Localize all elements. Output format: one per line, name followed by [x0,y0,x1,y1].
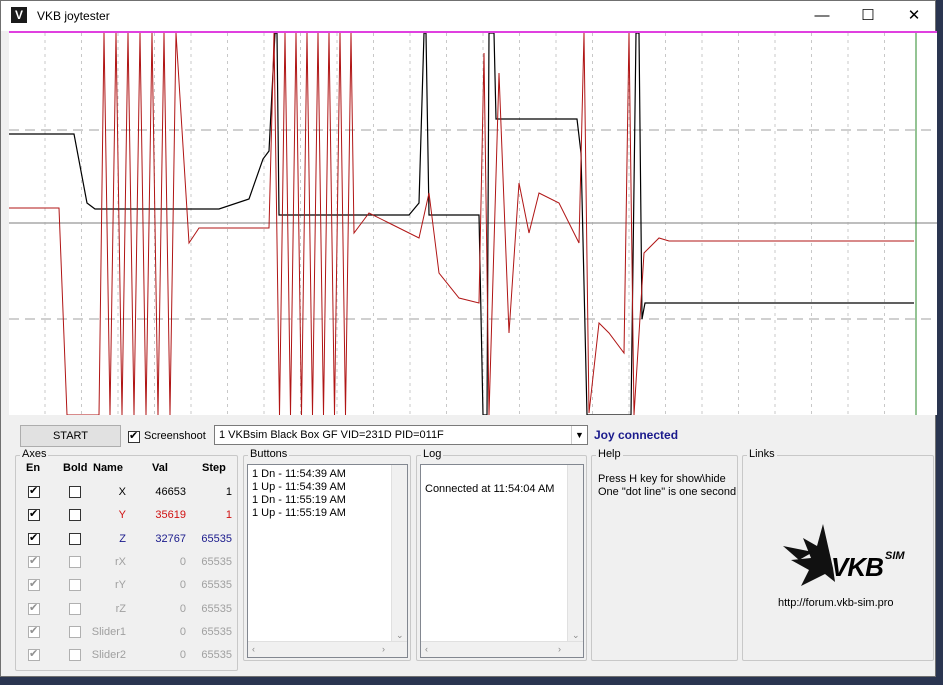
help-group-label: Help [596,448,623,460]
axis-value: 0 [179,625,186,638]
button-event-item: 1 Up - 11:55:19 AM [252,507,346,519]
axis-step: 65535 [201,532,232,545]
device-select-value: 1 VKBsim Black Box GF VID=231D PID=011F [219,429,444,441]
axis-row: Y 35619 1 [16,507,236,529]
button-event-item: 1 Dn - 11:55:19 AM [252,494,346,506]
help-line-2: One "dot line" is one second [598,486,737,498]
axis-name: Slider2 [91,649,126,662]
axis-step: 65535 [201,602,232,615]
close-button[interactable]: ✕ [891,1,937,31]
axis-row: rX 0 65535 [16,554,236,576]
axis-row: rY 0 65535 [16,577,236,599]
minimize-button[interactable]: — [799,1,845,31]
axis-step: 65535 [201,625,232,638]
buttons-hscroll[interactable]: ‹ › [248,641,407,657]
button-event-item: 1 Up - 11:54:39 AM [252,481,346,493]
buttons-group-label: Buttons [248,448,290,460]
axis-name: Z [119,532,126,545]
help-line-1: Press H key for show\hide [598,473,726,485]
links-group: Links VKB SIM http://forum.vkb-sim.pro [742,448,934,661]
log-entry: Connected at 11:54:04 AM [425,483,555,495]
chevron-down-icon[interactable]: ▼ [571,426,587,444]
log-list: Connected at 11:54:04 AM [425,483,554,495]
axis-value: 0 [179,602,186,615]
logo-text: VKB [831,552,884,582]
axis-enable-checkbox[interactable] [28,531,40,545]
series-y-trace [9,32,914,416]
buttons-list: 1 Dn - 11:54:39 AM 1 Up - 11:54:39 AM 1 Dn… [252,468,346,520]
log-group: Log Connected at 11:54:04 AM ⌄ ‹ › [416,448,587,661]
screenshoot-label: Screenshoot [144,430,206,442]
axis-enable-checkbox[interactable] [28,507,40,522]
axis-value: 0 [179,579,186,592]
axis-enable-checkbox[interactable] [28,647,40,662]
forum-link[interactable]: http://forum.vkb-sim.pro [778,597,894,609]
axis-name: rZ [115,602,126,615]
axis-enable-checkbox[interactable] [28,554,40,568]
axis-value: 32767 [155,532,186,545]
window-title: VKB joytester [37,9,110,23]
screenshoot-checkbox[interactable] [128,429,140,443]
button-event-item: 1 Dn - 11:54:39 AM [252,468,346,480]
device-select[interactable]: 1 VKBsim Black Box GF VID=231D PID=011F … [214,425,588,445]
log-vscroll[interactable]: ⌄ [567,465,583,641]
axis-plot [9,31,937,416]
axis-step: 1 [225,509,232,522]
axis-step: 65535 [201,649,232,662]
axis-plot-canvas [9,32,937,416]
axis-name: rX [115,555,126,568]
axis-name: Slider1 [91,625,126,638]
axes-header-val: Val [152,462,168,474]
logo-suffix: SIM [885,550,905,562]
log-hscroll[interactable]: ‹ › [421,641,583,657]
title-bar: V VKB joytester — ☐ ✕ [1,1,935,31]
axis-step: 1 [225,486,232,498]
vkbsim-logo[interactable]: VKB SIM [773,516,913,596]
axis-enable-checkbox[interactable] [28,601,40,615]
start-button[interactable]: START [20,425,121,447]
axes-group: Axes En Bold Name Val Step X 46653 1 Y 35619… [15,448,238,671]
axis-value: 46653 [155,486,186,498]
axes-header-en: En [26,462,41,474]
axis-row: Slider1 0 65535 [16,624,236,646]
connection-status: Joy connected [594,428,679,442]
controls-panel: START Screenshoot 1 VKBsim Black Box GF … [9,415,937,678]
axis-enable-checkbox[interactable] [28,577,40,592]
axis-step: 65535 [201,579,232,592]
axes-header-name: Name [93,462,123,474]
axes-group-label: Axes [20,448,49,460]
buttons-listbox[interactable]: 1 Dn - 11:54:39 AM 1 Up - 11:54:39 AM 1 Dn… [247,464,408,658]
buttons-group: Buttons 1 Dn - 11:54:39 AM 1 Up - 11:54:3… [243,448,411,661]
log-group-label: Log [421,448,444,460]
buttons-vscroll[interactable]: ⌄ [391,465,407,641]
axis-row: rZ 0 65535 [16,601,236,623]
axis-step: 65535 [201,555,232,568]
links-group-label: Links [747,448,777,460]
axis-name: rY [115,579,126,592]
axis-value: 35619 [155,509,186,522]
axis-name: Y [118,509,126,522]
log-listbox[interactable]: Connected at 11:54:04 AM ⌄ ‹ › [420,464,584,658]
axis-enable-checkbox[interactable] [28,624,40,638]
axis-value: 0 [179,555,186,568]
axis-value: 0 [179,649,186,662]
vkb-app-icon: V [11,7,27,23]
axis-row: X 46653 1 [16,484,236,506]
axis-row: Z 32767 65535 [16,531,236,553]
axis-name: X [118,486,126,498]
axis-enable-checkbox[interactable] [28,484,40,498]
axis-row: Slider2 0 65535 [16,647,236,669]
axes-header-step: Step [202,462,226,474]
app-window: V VKB joytester — ☐ ✕ START Screenshoot … [0,0,937,678]
maximize-button[interactable]: ☐ [845,1,891,31]
axes-header-bold: Bold [63,462,88,474]
help-group: Help Press H key for show\hide One "dot … [591,448,738,661]
